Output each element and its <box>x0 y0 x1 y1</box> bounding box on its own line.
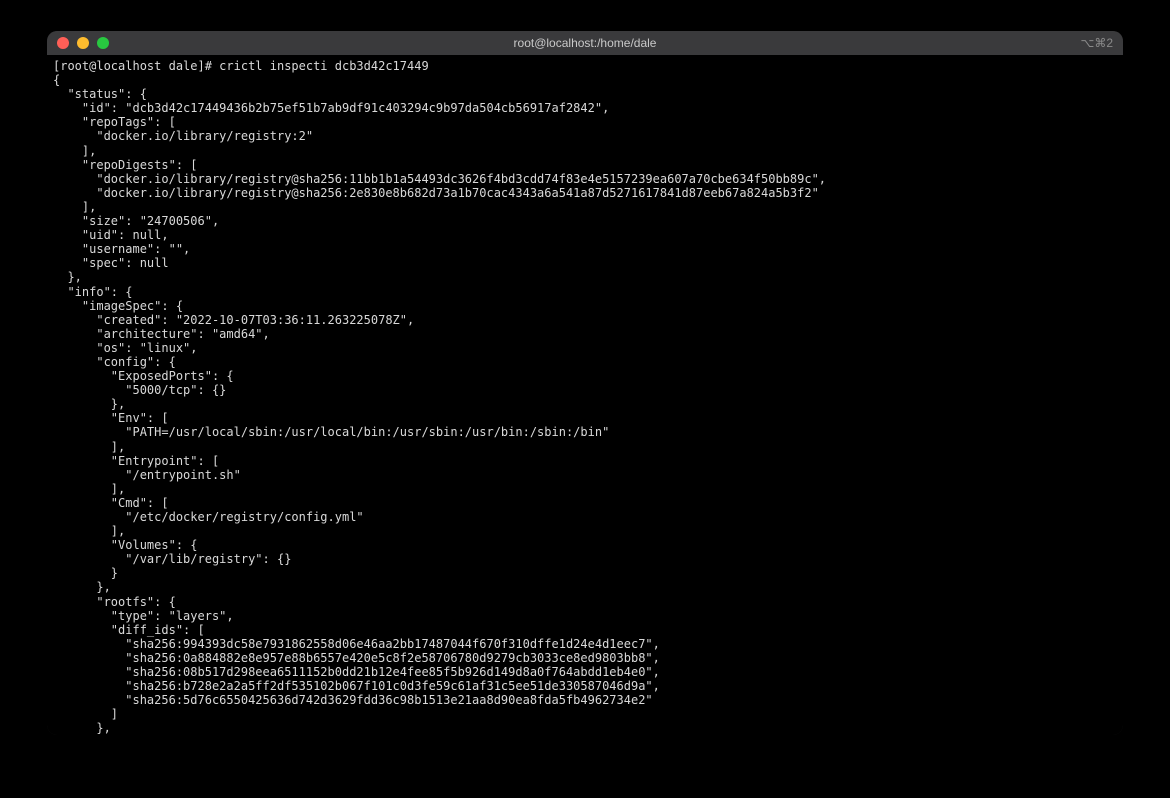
traffic-lights <box>47 37 109 49</box>
terminal-content[interactable]: [root@localhost dale]# crictl inspecti d… <box>47 55 1123 735</box>
close-icon[interactable] <box>57 37 69 49</box>
titlebar: root@localhost:/home/dale ⌥⌘2 <box>47 31 1123 55</box>
window-shortcut: ⌥⌘2 <box>1080 36 1113 50</box>
zoom-icon[interactable] <box>97 37 109 49</box>
minimize-icon[interactable] <box>77 37 89 49</box>
window-title: root@localhost:/home/dale <box>47 36 1123 50</box>
terminal-window: root@localhost:/home/dale ⌥⌘2 [root@loca… <box>47 31 1123 735</box>
